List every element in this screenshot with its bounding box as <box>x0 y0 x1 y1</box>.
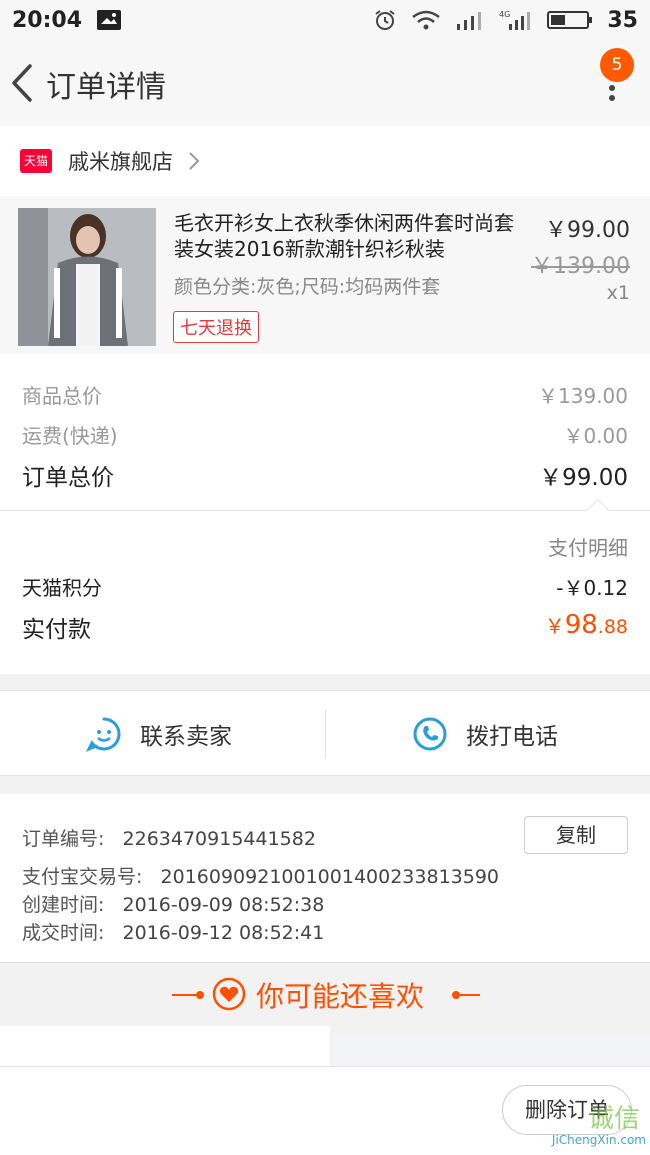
product-image <box>18 208 156 346</box>
contact-seller-button[interactable]: 联系卖家 <box>86 691 232 777</box>
product-item[interactable]: 毛衣开衫女上衣秋季休闲两件套时尚套装女装2016新款潮针织衫秋装 颜色分类:灰色… <box>0 196 650 354</box>
product-spec: 颜色分类:灰色;尺码:均码两件套 <box>174 276 441 298</box>
paid-amount: ￥98.88 <box>545 610 628 644</box>
recommend-title: 你可能还喜欢 <box>256 980 425 1013</box>
shipping-label: 运费(快递) <box>22 424 118 448</box>
nav-bar: 订单详情 5 <box>0 40 650 126</box>
wifi-icon <box>412 10 441 30</box>
copy-button[interactable]: 复制 <box>524 816 628 854</box>
watermark-text: JiChengXin.com <box>551 1133 646 1147</box>
created-time-row: 创建时间: 2016-09-09 08:52:38 <box>22 890 324 917</box>
contact-seller-label: 联系卖家 <box>140 724 232 750</box>
chevron-right-icon <box>187 150 201 172</box>
order-number-row: 订单编号: 2263470915441582 <box>22 824 316 851</box>
call-phone-button[interactable]: 拨打电话 <box>412 691 558 777</box>
page-title: 订单详情 <box>46 70 166 105</box>
order-number-label: 订单编号: <box>22 828 105 850</box>
paid-integer: 98 <box>564 610 598 640</box>
order-total-label: 订单总价 <box>22 465 114 491</box>
status-time: 20:04 <box>12 7 83 33</box>
divider <box>325 709 326 759</box>
heart-icon <box>212 977 246 1011</box>
shop-row[interactable]: 天猫 戚米旗舰店 <box>0 126 650 196</box>
order-info: 订单编号: 2263470915441582 复制 支付宝交易号: 201609… <box>0 794 650 962</box>
alipay-number-label: 支付宝交易号: <box>22 866 143 888</box>
goods-total-value: ￥139.00 <box>538 384 628 408</box>
order-number: 2263470915441582 <box>122 828 316 850</box>
tmall-logo: 天猫 <box>20 149 52 173</box>
paid-decimal: .88 <box>597 616 628 638</box>
alipay-number: 2016090921001001400233813590 <box>160 866 500 888</box>
created-time: 2016-09-09 08:52:38 <box>122 894 325 916</box>
contact-actions: 联系卖家 拨打电话 <box>0 690 650 776</box>
recommend-header: 你可能还喜欢 <box>0 962 650 1026</box>
bottom-bar: 删除订单 诚信 JiChengXin.com <box>0 1066 650 1155</box>
recommend-card[interactable] <box>0 1026 330 1066</box>
points-value: -￥0.12 <box>556 576 628 600</box>
divider <box>196 991 204 999</box>
product-title: 毛衣开衫女上衣秋季休闲两件套时尚套装女装2016新款潮针织衫秋装 <box>174 211 514 261</box>
alarm-icon <box>375 10 395 30</box>
shop-name: 戚米旗舰店 <box>68 150 173 174</box>
divider <box>172 994 196 996</box>
signal-icon <box>457 12 482 30</box>
phone-icon <box>413 717 447 751</box>
battery-level: 35 <box>607 7 638 33</box>
product-price: ￥99.00 <box>545 218 630 243</box>
notch-arrow <box>586 498 610 522</box>
back-icon[interactable] <box>8 62 38 104</box>
svg-text:4G: 4G <box>499 10 510 19</box>
product-original-price: ￥139.00 <box>531 254 630 279</box>
product-quantity: x1 <box>606 282 630 304</box>
notification-icon <box>96 9 122 31</box>
recommend-card[interactable] <box>332 1036 650 1066</box>
watermark-logo: 诚信 <box>587 1104 640 1134</box>
paid-currency: ￥ <box>544 614 565 638</box>
divider <box>456 994 480 996</box>
payment-detail-link[interactable]: 支付明细 <box>548 532 628 561</box>
points-label: 天猫积分 <box>22 576 102 600</box>
goods-total-label: 商品总价 <box>22 384 102 408</box>
call-phone-label: 拨打电话 <box>466 724 558 750</box>
return-policy-badge: 七天退换 <box>173 311 259 343</box>
deal-time-row: 成交时间: 2016-09-12 08:52:41 <box>22 918 324 945</box>
battery-icon <box>547 11 593 29</box>
shipping-value: ￥0.00 <box>563 424 628 448</box>
deal-time: 2016-09-12 08:52:41 <box>122 922 325 944</box>
status-bar: 20:04 4G 35 <box>0 0 650 40</box>
paid-label: 实付款 <box>22 617 91 643</box>
signal-4g-icon: 4G <box>499 10 531 30</box>
chat-icon <box>86 717 121 752</box>
divider <box>0 510 650 511</box>
message-badge: 5 <box>600 48 634 82</box>
order-total-value: ￥99.00 <box>539 465 628 491</box>
price-summary: 商品总价 ￥139.00 运费(快递) ￥0.00 订单总价 ￥99.00 支付… <box>0 354 650 674</box>
created-time-label: 创建时间: <box>22 894 105 916</box>
alipay-number-row: 支付宝交易号: 2016090921001001400233813590 <box>22 862 499 889</box>
deal-time-label: 成交时间: <box>22 922 105 944</box>
